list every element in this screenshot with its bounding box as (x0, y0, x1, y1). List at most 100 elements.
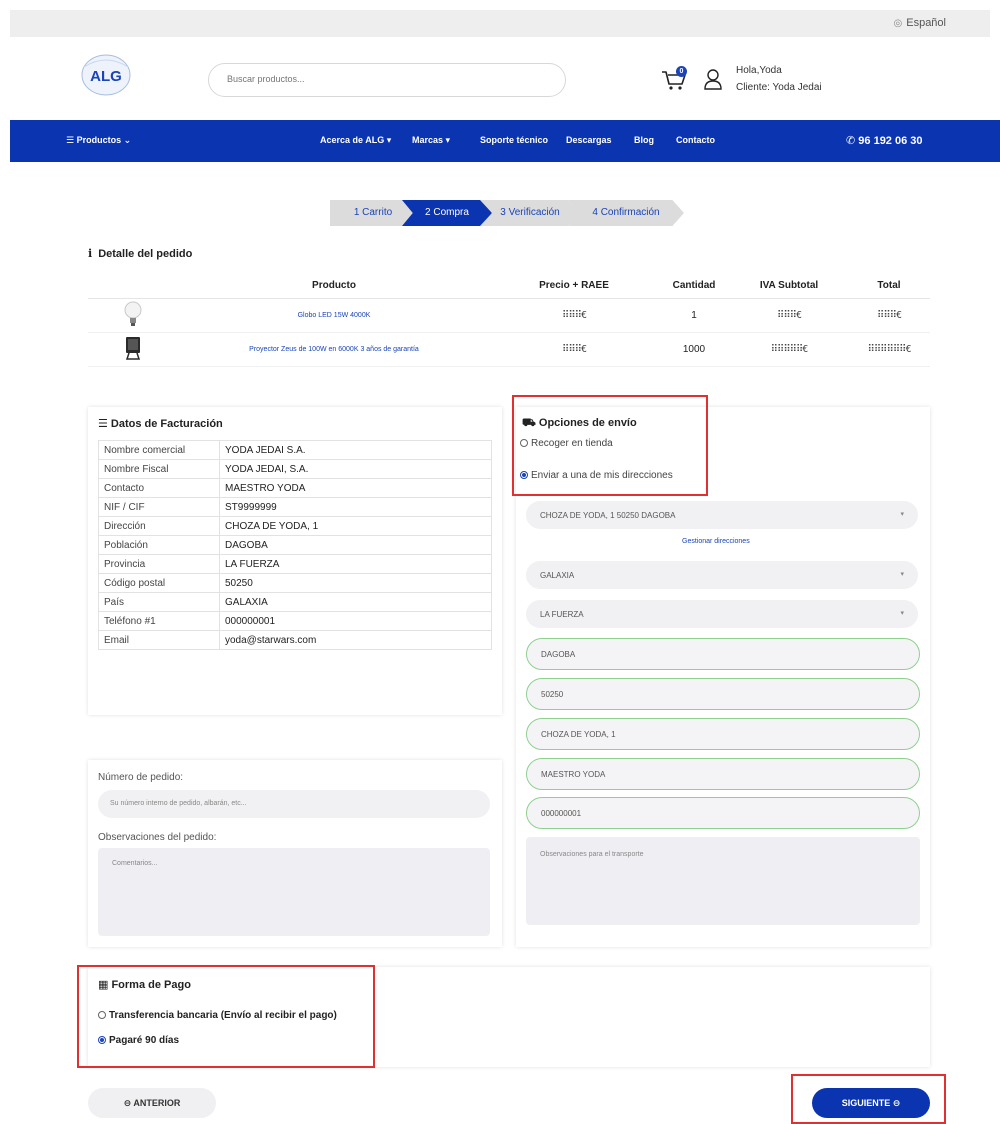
order-number-label: Número de pedido: (98, 772, 184, 783)
nav-downloads[interactable]: Descargas (566, 135, 612, 145)
next-button[interactable]: SIGUIENTE ⊖ (812, 1088, 930, 1118)
nav-about[interactable]: Acerca de ALG ▾ (320, 135, 391, 146)
step-confirmation[interactable]: 4 Confirmación (568, 200, 684, 226)
table-row: Nombre comercial YODA JEDAI S.A. (98, 440, 492, 460)
caret-down-icon: ▾ (445, 135, 451, 145)
billing-title: ☰ Datos de Facturación (98, 417, 223, 430)
address-value: CHOZA DE YODA, 1 (541, 730, 616, 739)
billing-key: Provincia (98, 554, 220, 574)
order-notes-label: Observaciones del pedido: (98, 832, 217, 843)
alg-logo[interactable]: ALG (80, 53, 132, 97)
cart-count-badge: 0 (676, 66, 687, 77)
table-row: Globo LED 15W 4000K ⠿⠿⠿€ 1 ⠿⠿⠿€ ⠿⠿⠿€ (88, 298, 930, 333)
city-value: DAGOBA (541, 650, 576, 659)
order-detail-title: i Detalle del pedido (88, 247, 192, 260)
info-icon: i (88, 247, 93, 260)
address-field[interactable]: CHOZA DE YODA, 1 (526, 718, 920, 750)
billing-value: MAESTRO YODA (219, 478, 492, 498)
billing-card: ☰ Datos de Facturación Nombre comercial Y… (88, 407, 502, 715)
nav-about-label: Acerca de ALG (320, 135, 385, 145)
billing-value: yoda@starwars.com (219, 630, 492, 650)
step-cart[interactable]: 1 Carrito (330, 200, 416, 226)
previous-button[interactable]: ⊖ ANTERIOR (88, 1088, 216, 1118)
province-select[interactable]: LA FUERZA ▾ (526, 600, 918, 628)
billing-key: Población (98, 535, 220, 555)
language-selector[interactable]: ◎ Español (894, 17, 947, 29)
city-field[interactable]: DAGOBA (526, 638, 920, 670)
arrow-right-circle-icon: ⊖ (890, 1098, 901, 1108)
caret-down-icon: ▾ (900, 571, 904, 578)
table-row: Contacto MAESTRO YODA (98, 478, 492, 498)
product-thumbnail (88, 298, 178, 333)
user-greeting[interactable]: Hola,Yoda Cliente: Yoda Jedai (736, 62, 822, 96)
table-row: Población DAGOBA (98, 535, 492, 555)
caret-down-icon: ▾ (900, 610, 904, 617)
billing-table: Nombre comercial YODA JEDAI S.A. Nombre F… (98, 440, 492, 650)
step-verification[interactable]: 3 Verificación (480, 200, 580, 226)
table-row: Dirección CHOZA DE YODA, 1 (98, 516, 492, 536)
postal-code-field[interactable]: 50250 (526, 678, 920, 710)
nav-contact[interactable]: Contacto (676, 135, 715, 145)
billing-key: Email (98, 630, 220, 650)
arrow-left-circle-icon: ⊖ (123, 1098, 134, 1108)
nav-phone[interactable]: ✆ 96 192 06 30 (846, 134, 923, 147)
table-row: Email yoda@starwars.com (98, 630, 492, 650)
table-row: Nombre Fiscal YODA JEDAI, S.A. (98, 459, 492, 479)
transport-notes-placeholder: Observaciones para el transporte (540, 851, 644, 858)
product-qty: 1000 (658, 332, 730, 367)
nav-brands-label: Marcas (412, 135, 444, 145)
contact-field[interactable]: MAESTRO YODA (526, 758, 920, 790)
order-table-header: Producto Precio + RAEE Cantidad IVA Subt… (88, 274, 930, 299)
billing-value: CHOZA DE YODA, 1 (219, 516, 492, 536)
nav-blog[interactable]: Blog (634, 135, 654, 145)
chevron-down-icon: ⌄ (123, 135, 132, 145)
postal-code-value: 50250 (541, 690, 564, 699)
greeting-text: Hola,Yoda (736, 65, 782, 76)
billing-value: 50250 (219, 573, 492, 593)
transport-notes-textarea[interactable]: Observaciones para el transporte (526, 837, 920, 925)
order-notes-card: Número de pedido: Su número interno de p… (88, 760, 502, 947)
globe-icon: ◎ (893, 18, 903, 29)
nav-products[interactable]: ☰ Productos ⌄ (66, 135, 131, 146)
nav-support[interactable]: Soporte técnico (480, 135, 548, 145)
caret-down-icon: ▾ (386, 135, 392, 145)
table-row: Proyector Zeus de 100W en 6000K 3 años d… (88, 332, 930, 367)
billing-value: GALAXIA (219, 592, 492, 612)
table-row: NIF / CIF ST9999999 (98, 497, 492, 517)
billing-value: ST9999999 (219, 497, 492, 517)
order-col-image (88, 274, 178, 299)
table-row: Código postal 50250 (98, 573, 492, 593)
phone-value: 000000001 (541, 809, 582, 818)
list-icon: ☰ (98, 418, 111, 430)
product-total: ⠿⠿⠿€ (848, 298, 930, 333)
order-number-input[interactable]: Su número interno de pedido, albarán, et… (98, 790, 490, 818)
step-purchase[interactable]: 2 Compra (402, 200, 492, 226)
search-box[interactable] (208, 63, 566, 97)
nav-brands[interactable]: Marcas ▾ (412, 135, 450, 146)
order-detail-title-text: Detalle del pedido (98, 248, 193, 260)
address-select[interactable]: CHOZA DE YODA, 1 50250 DAGOBA ▾ (526, 501, 918, 529)
manage-addresses-link[interactable]: Gestionar direcciones (682, 538, 750, 545)
order-notes-textarea[interactable]: Comentarios... (98, 848, 490, 936)
billing-key: Código postal (98, 573, 220, 593)
billing-key: País (98, 592, 220, 612)
product-total: ⠿⠿⠿⠿⠿⠿€ (848, 332, 930, 367)
billing-value: DAGOBA (219, 535, 492, 555)
country-select[interactable]: GALAXIA ▾ (526, 561, 918, 589)
product-link[interactable]: Globo LED 15W 4000K (178, 298, 490, 333)
product-link[interactable]: Proyector Zeus de 100W en 6000K 3 años d… (178, 332, 490, 367)
caret-down-icon: ▾ (900, 511, 904, 518)
user-icon[interactable] (703, 68, 723, 90)
product-iva: ⠿⠿⠿€ (730, 298, 848, 333)
phone-field[interactable]: 000000001 (526, 797, 920, 829)
product-price: ⠿⠿⠿€ (490, 332, 658, 367)
order-table: Producto Precio + RAEE Cantidad IVA Subt… (88, 274, 930, 367)
order-col-total: Total (848, 274, 930, 299)
order-col-product: Producto (178, 274, 490, 299)
search-input[interactable] (227, 74, 547, 84)
billing-value: YODA JEDAI S.A. (219, 440, 492, 460)
client-name: Cliente: Yoda Jedai (736, 82, 822, 93)
phone-icon: ✆ (846, 135, 859, 147)
contact-value: MAESTRO YODA (541, 770, 606, 779)
billing-title-text: Datos de Facturación (110, 418, 223, 430)
